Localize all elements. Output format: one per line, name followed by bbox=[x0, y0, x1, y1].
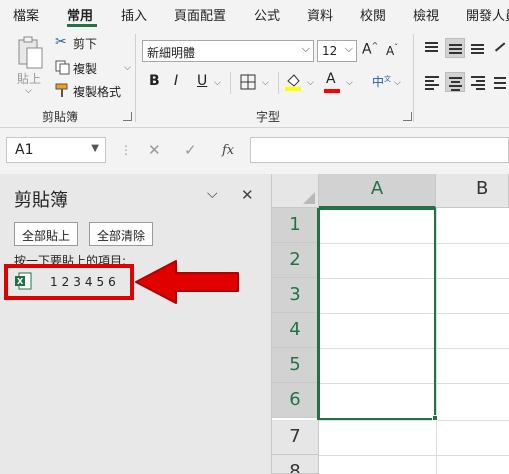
column-header-b[interactable]: B bbox=[436, 174, 509, 208]
paste-all-button[interactable]: 全部貼上 bbox=[14, 222, 79, 246]
chevron-down-icon[interactable]: ▼ bbox=[91, 143, 99, 154]
tab-home[interactable]: 常用 bbox=[67, 5, 93, 24]
tab-file[interactable]: 檔案 bbox=[13, 5, 39, 24]
font-size-value: 12 bbox=[322, 44, 338, 58]
select-all-corner[interactable] bbox=[272, 174, 319, 208]
font-size-combo[interactable]: 12 ⌵ bbox=[317, 40, 357, 62]
pane-options-chevron-icon[interactable]: ⌵ bbox=[207, 186, 218, 202]
font-color-swatch bbox=[324, 89, 340, 93]
select-all-triangle-icon bbox=[303, 192, 315, 204]
cancel-icon[interactable]: ✕ bbox=[148, 141, 161, 159]
tab-data[interactable]: 資料 bbox=[307, 5, 333, 24]
active-tab-indicator bbox=[67, 24, 97, 27]
selected-range-a1-a6[interactable] bbox=[318, 208, 436, 420]
bold-button[interactable]: B bbox=[149, 73, 160, 89]
font-name-combo[interactable]: 新細明體 ⌵ bbox=[142, 40, 314, 62]
format-painter-icon bbox=[55, 83, 68, 97]
svg-text:X: X bbox=[17, 277, 24, 286]
clipboard-item-text: 123456 bbox=[50, 275, 120, 289]
row-header-1[interactable]: 1 bbox=[272, 208, 319, 243]
align-right-icon[interactable] bbox=[468, 72, 488, 92]
row-header-4[interactable]: 4 bbox=[272, 313, 319, 348]
row-header-5[interactable]: 5 bbox=[272, 348, 319, 383]
paste-dropdown-icon[interactable]: ⌵ bbox=[25, 86, 32, 96]
font-color-icon[interactable]: A bbox=[326, 71, 336, 87]
decrease-indent-icon[interactable] bbox=[491, 72, 509, 92]
gridline bbox=[319, 420, 509, 421]
clear-all-button[interactable]: 全部清除 bbox=[89, 222, 154, 246]
gridline bbox=[319, 455, 509, 456]
pane-title: 剪貼簿 bbox=[14, 190, 68, 211]
decrease-font-icon[interactable]: Aˇ bbox=[386, 43, 398, 58]
phonetic-dropdown-icon[interactable]: ⌵ bbox=[394, 78, 401, 88]
tab-developer[interactable]: 開發人員 bbox=[466, 5, 509, 24]
format-painter-button[interactable]: 複製格式 bbox=[73, 83, 121, 100]
italic-button[interactable]: I bbox=[174, 73, 178, 89]
fill-handle[interactable] bbox=[432, 415, 438, 421]
copy-button[interactable]: 複製 bbox=[73, 60, 97, 77]
underline-dropdown-icon[interactable]: ⌵ bbox=[214, 78, 221, 88]
close-icon[interactable]: ✕ bbox=[241, 186, 254, 204]
separator bbox=[278, 72, 279, 94]
align-top-icon[interactable] bbox=[422, 38, 442, 58]
underline-button[interactable]: U bbox=[197, 73, 207, 89]
phonetic-guide-icon[interactable]: 中文 bbox=[372, 73, 391, 90]
gridline-vertical bbox=[436, 208, 437, 474]
column-header-a[interactable]: A bbox=[319, 174, 436, 208]
font-name-value: 新細明體 bbox=[147, 46, 196, 60]
row-header-7[interactable]: 7 bbox=[272, 420, 319, 455]
copy-icon bbox=[55, 60, 70, 75]
clipboard-group-label: 剪貼簿 bbox=[42, 110, 79, 124]
align-left-icon[interactable] bbox=[422, 72, 442, 92]
paste-icon[interactable] bbox=[16, 36, 44, 70]
row-header-6[interactable]: 6 bbox=[272, 383, 319, 418]
tab-insert[interactable]: 插入 bbox=[121, 5, 147, 24]
align-bottom-icon[interactable] bbox=[468, 38, 488, 58]
separator bbox=[230, 72, 231, 94]
font-color-dropdown-icon[interactable]: ⌵ bbox=[346, 78, 353, 88]
ribbon: 貼上 ⌵ ✂ 剪下 複製 ⌵ 複製格式 剪貼簿 新細明體 ⌵ 12 ⌵ A^ A… bbox=[0, 28, 509, 128]
increase-font-icon[interactable]: A^ bbox=[362, 41, 378, 58]
clipboard-pane bbox=[0, 174, 272, 474]
text-orientation-icon[interactable] bbox=[491, 38, 509, 58]
group-separator bbox=[413, 34, 414, 122]
more-icon: ⋮ bbox=[120, 143, 132, 157]
tab-page-layout[interactable]: 頁面配置 bbox=[174, 5, 226, 24]
formula-input[interactable] bbox=[250, 137, 509, 163]
chevron-down-icon[interactable]: ⌵ bbox=[302, 42, 310, 56]
name-box[interactable]: A1 ▼ bbox=[6, 137, 106, 163]
fill-color-dropdown-icon[interactable]: ⌵ bbox=[307, 78, 314, 88]
excel-icon: X bbox=[15, 272, 32, 290]
align-middle-icon[interactable] bbox=[445, 38, 465, 58]
name-box-value: A1 bbox=[15, 142, 34, 158]
cut-button[interactable]: 剪下 bbox=[73, 35, 97, 52]
font-launcher-icon[interactable] bbox=[403, 112, 412, 121]
row-header-8[interactable]: 8 bbox=[272, 455, 319, 474]
row-header-2[interactable]: 2 bbox=[272, 243, 319, 278]
enter-icon[interactable]: ✓ bbox=[184, 141, 197, 159]
red-arrow-annotation bbox=[135, 260, 239, 304]
copy-dropdown-icon[interactable]: ⌵ bbox=[124, 63, 131, 73]
row-header-3[interactable]: 3 bbox=[272, 278, 319, 313]
borders-icon[interactable] bbox=[240, 74, 256, 90]
chevron-down-icon[interactable]: ⌵ bbox=[345, 42, 353, 56]
tab-review[interactable]: 校閱 bbox=[360, 5, 386, 24]
fill-color-icon[interactable] bbox=[284, 72, 302, 92]
font-group-label: 字型 bbox=[256, 110, 281, 124]
scissors-icon: ✂ bbox=[55, 34, 67, 50]
clipboard-launcher-icon[interactable] bbox=[123, 112, 132, 121]
align-center-icon[interactable] bbox=[445, 72, 465, 92]
borders-dropdown-icon[interactable]: ⌵ bbox=[262, 78, 269, 88]
paste-button[interactable]: 貼上 bbox=[17, 70, 41, 87]
tab-view[interactable]: 檢視 bbox=[413, 5, 439, 24]
group-separator bbox=[135, 34, 136, 122]
tab-formulas[interactable]: 公式 bbox=[254, 5, 280, 24]
insert-function-icon[interactable]: fx bbox=[222, 143, 234, 158]
